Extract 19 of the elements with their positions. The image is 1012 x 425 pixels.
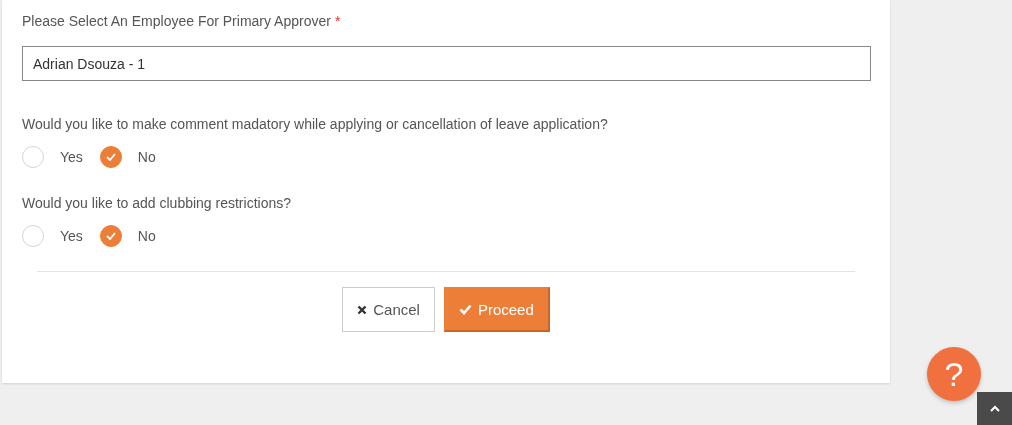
approver-field[interactable]: Adrian Dsouza - 1 <box>22 46 871 81</box>
option-label: Yes <box>60 228 83 244</box>
option-label: No <box>137 228 156 244</box>
option-label: No <box>137 149 156 165</box>
check-icon <box>105 232 116 240</box>
option-label: Yes <box>60 149 83 165</box>
radio-button[interactable] <box>22 146 44 168</box>
radio-button[interactable] <box>99 225 122 247</box>
cancel-button[interactable]: Cancel <box>342 287 435 332</box>
question-text: Would you like to add clubbing restrictions? <box>22 194 292 212</box>
radio-button[interactable] <box>22 225 44 247</box>
question-text: Would you like to make comment madatory while applying or cancellation of leave application? <box>22 115 609 133</box>
field-label: Please Select An Employee For Primary Approver * <box>22 12 342 30</box>
check-icon <box>458 303 472 315</box>
close-icon <box>357 304 368 315</box>
radio-button[interactable] <box>99 146 122 168</box>
check-icon <box>105 153 116 161</box>
scroll-top-button[interactable] <box>977 392 1012 425</box>
chevron-up-icon <box>989 405 1000 412</box>
